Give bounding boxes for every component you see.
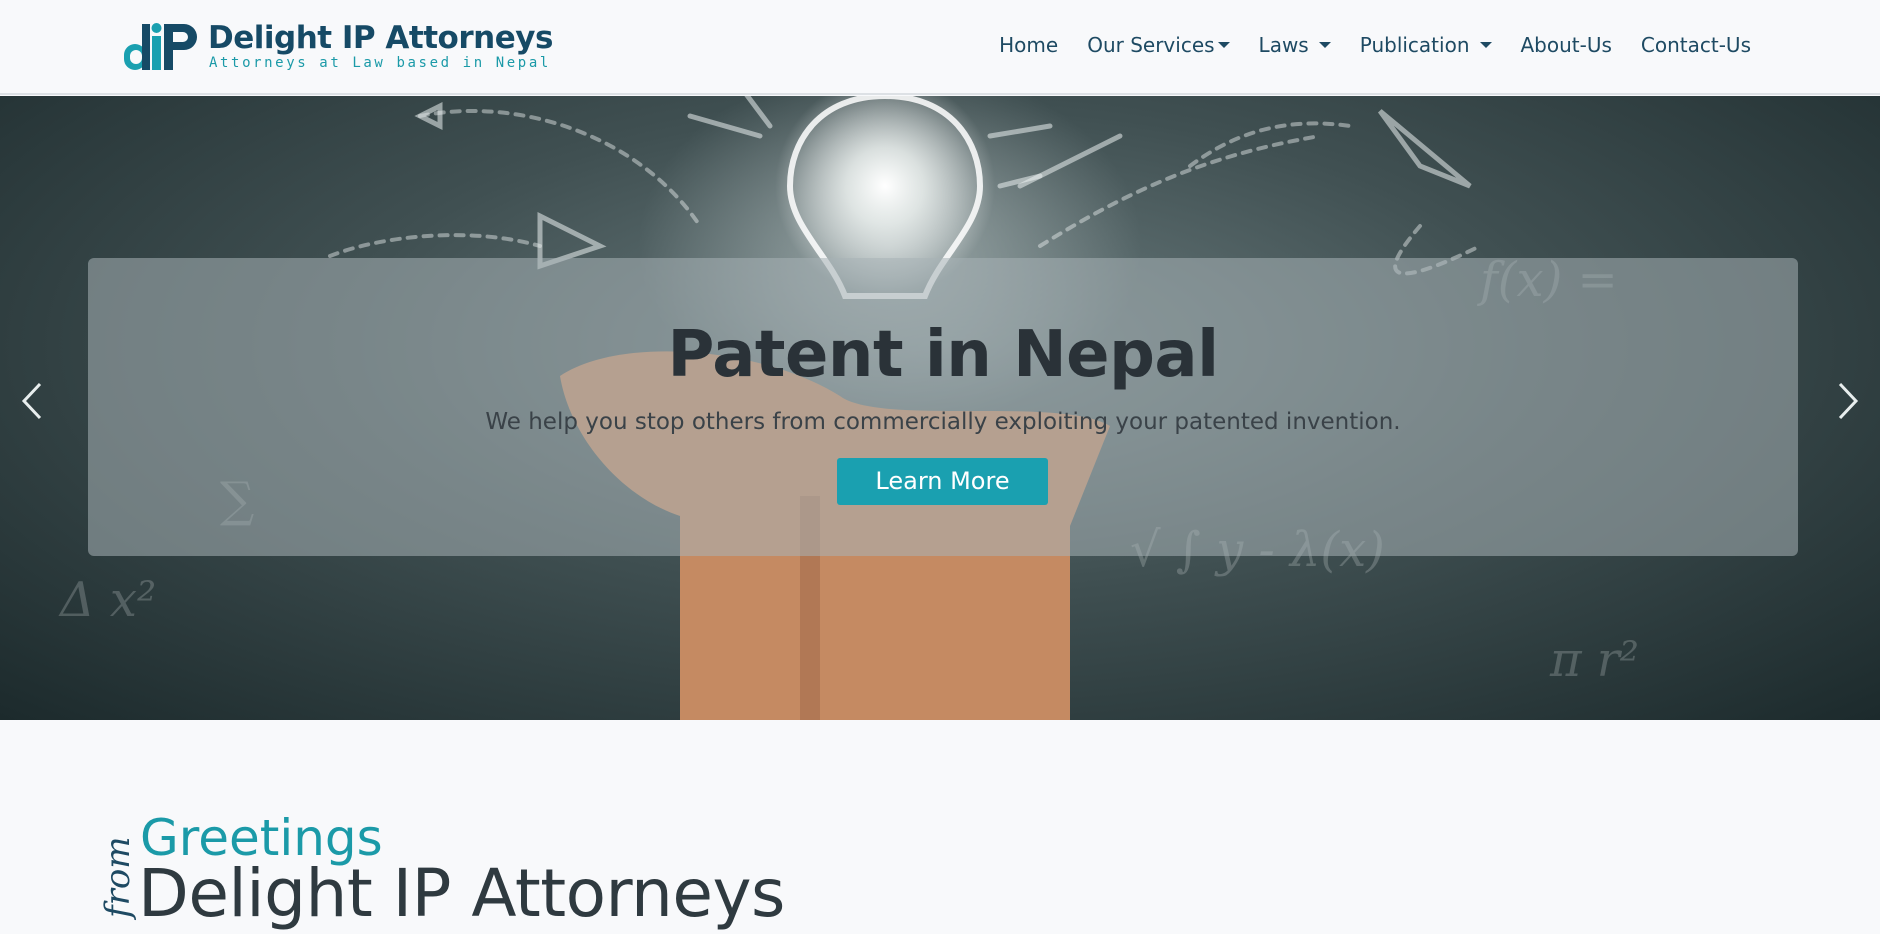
greeting-line-2: Delight IP Attorneys xyxy=(138,855,785,932)
brand-logo-link[interactable]: Delight IP Attorneys Attorneys at Law ba… xyxy=(122,20,553,72)
greeting-from: from xyxy=(98,836,138,918)
learn-more-button[interactable]: Learn More xyxy=(837,458,1048,505)
nav-item-label: Laws xyxy=(1258,33,1309,57)
nav-item-label: Publication xyxy=(1359,33,1470,57)
carousel-prev-button[interactable] xyxy=(12,376,52,426)
nav-item-home[interactable]: Home xyxy=(999,30,1058,60)
nav-item-about-us[interactable]: About-Us xyxy=(1521,30,1612,60)
hero-title: Patent in Nepal xyxy=(667,318,1220,392)
chevron-left-icon xyxy=(21,382,42,420)
caret-down-icon xyxy=(1217,42,1230,48)
hero-carousel: f(x) = √ ∫ y - λ(x) Δ x² π r² ∑ Patent i… xyxy=(0,96,1880,720)
svg-text:π r²: π r² xyxy=(1549,632,1639,688)
nav-item-label: About-Us xyxy=(1520,33,1612,57)
hero-subtitle: We help you stop others from commerciall… xyxy=(485,409,1401,435)
main-nav: Home Our Services Laws Publication About… xyxy=(970,30,1751,60)
greetings-section: from Greetings Delight IP Attorneys xyxy=(96,810,796,934)
nav-item-publication[interactable]: Publication xyxy=(1360,30,1492,60)
navbar: Delight IP Attorneys Attorneys at Law ba… xyxy=(0,0,1880,95)
dip-logo-icon xyxy=(122,20,198,72)
caret-down-icon xyxy=(1479,42,1492,48)
brand-tagline: Attorneys at Law based in Nepal xyxy=(209,55,551,71)
nav-item-label: Our Services xyxy=(1087,33,1215,57)
brand-text: Delight IP Attorneys Attorneys at Law ba… xyxy=(208,21,553,71)
chevron-right-icon xyxy=(1838,382,1859,420)
brand-name: Delight IP Attorneys xyxy=(208,20,553,56)
nav-item-laws[interactable]: Laws xyxy=(1259,30,1331,60)
caret-down-icon xyxy=(1318,42,1331,48)
svg-text:Δ x²: Δ x² xyxy=(58,572,156,628)
nav-item-our-services[interactable]: Our Services xyxy=(1087,30,1230,60)
carousel-caption: Patent in Nepal We help you stop others … xyxy=(88,258,1798,556)
nav-item-label: Home xyxy=(999,33,1059,57)
carousel-next-button[interactable] xyxy=(1828,376,1868,426)
nav-item-contact-us[interactable]: Contact-Us xyxy=(1641,30,1751,60)
nav-item-label: Contact-Us xyxy=(1640,33,1751,57)
